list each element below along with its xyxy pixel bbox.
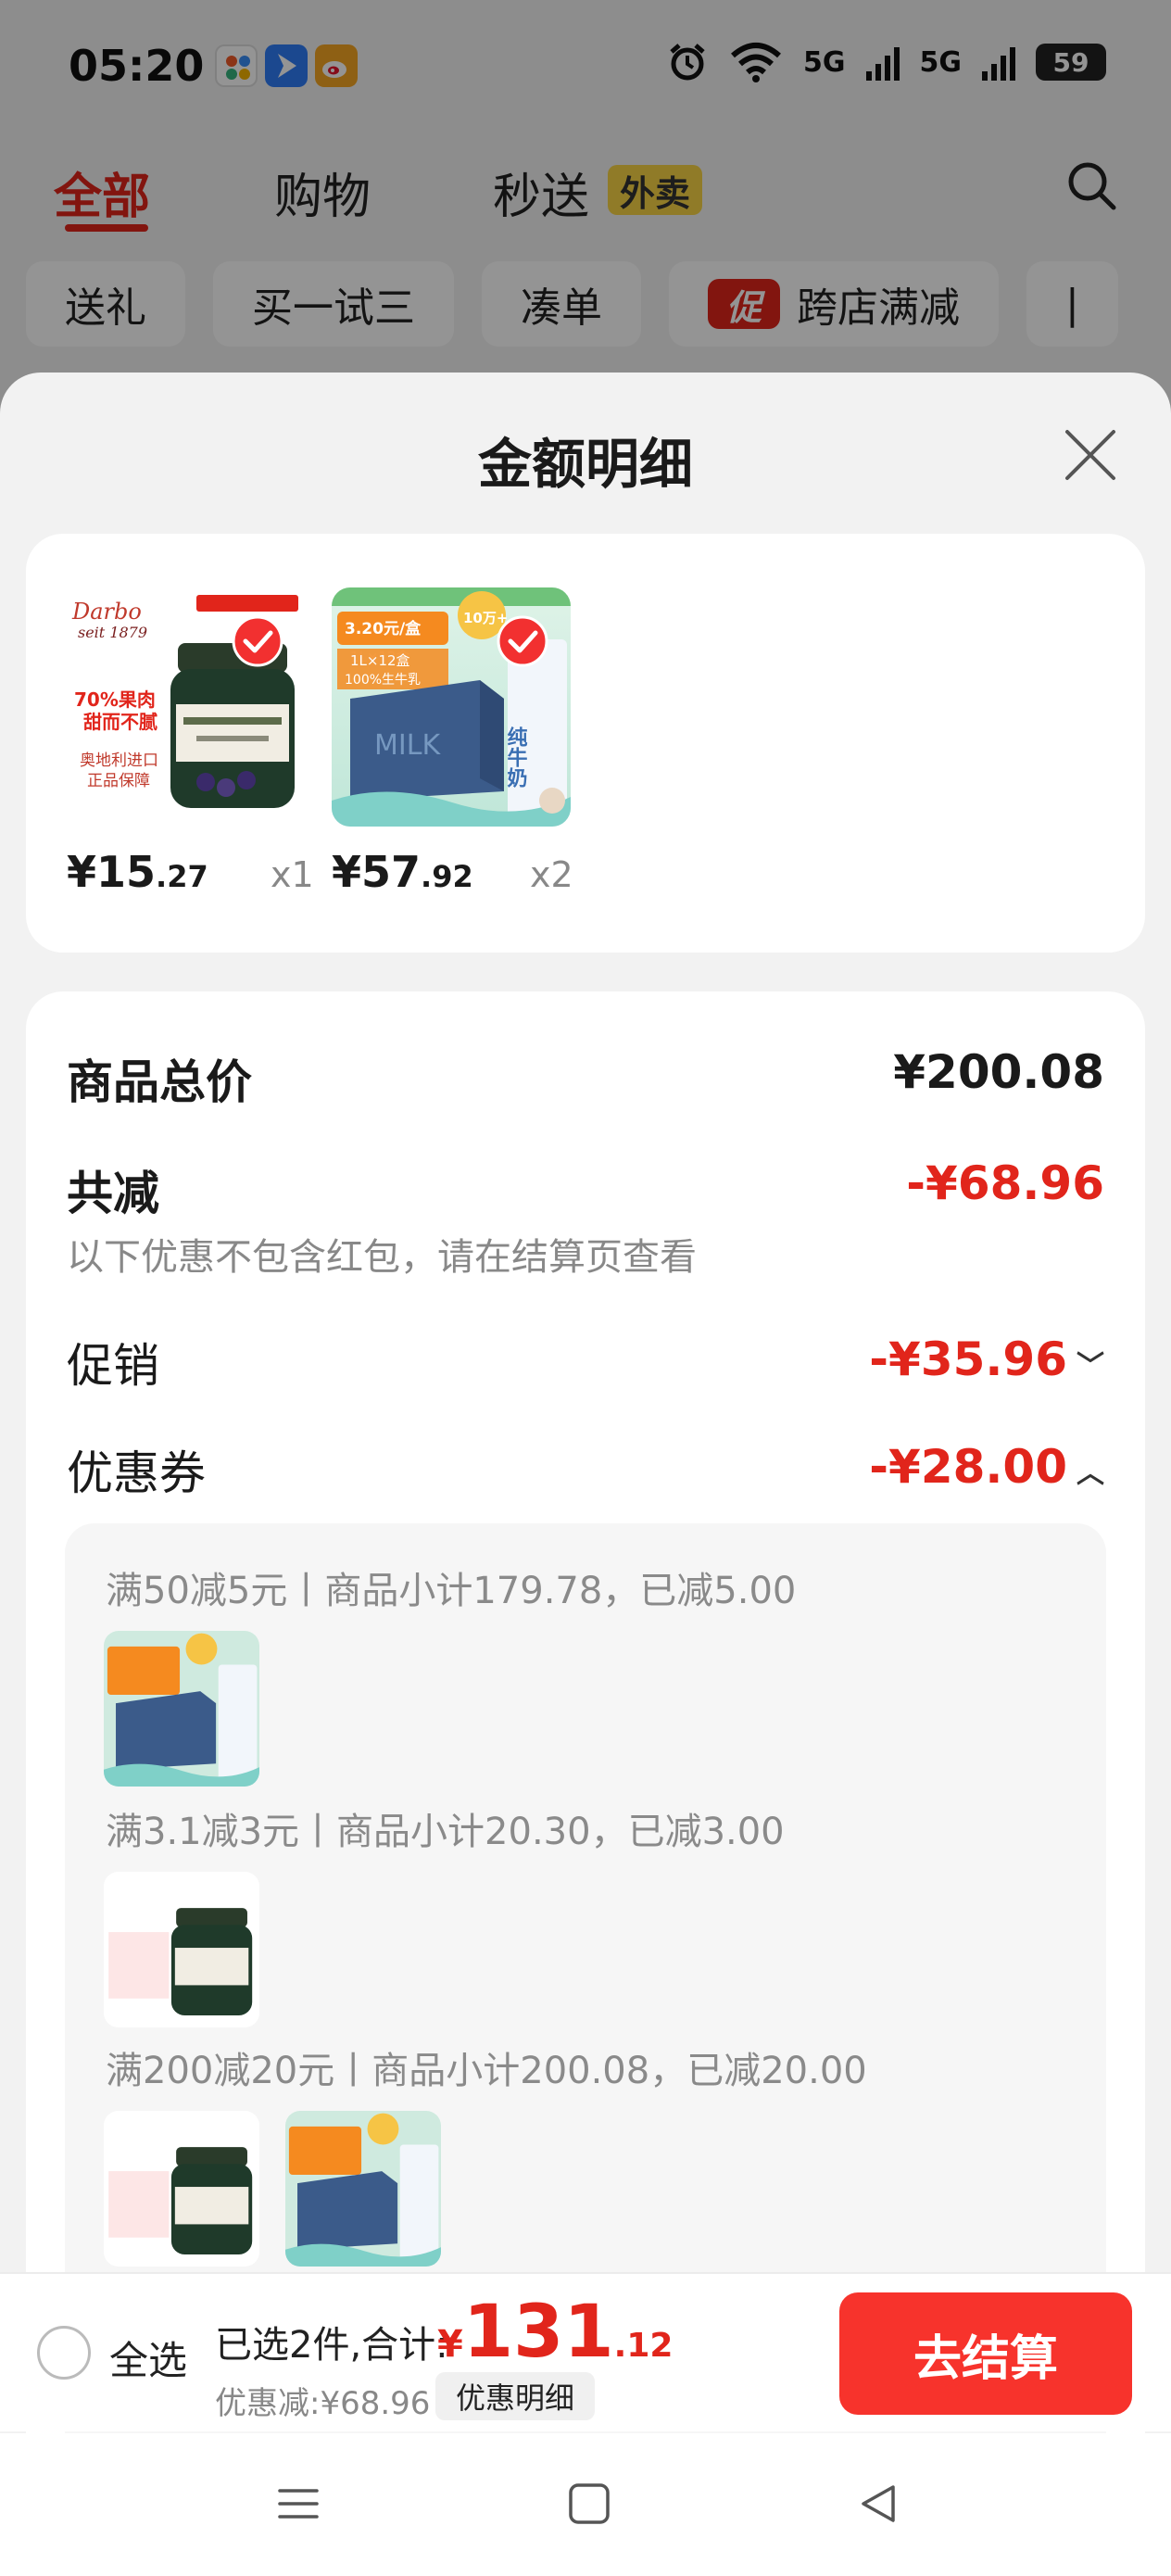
total-dec: .12 [613, 2327, 674, 2365]
close-icon[interactable] [1062, 426, 1119, 484]
chevron-down-icon: ﹀ [1077, 1350, 1104, 1383]
total-currency: ¥ [437, 2323, 463, 2366]
coupon-product-jam [104, 1872, 259, 2027]
product-price: ¥15.27 [67, 847, 208, 897]
price-int: ¥15 [67, 847, 157, 897]
selected-check-icon[interactable] [232, 615, 283, 667]
total-reduce-label: 共减 [67, 1167, 159, 1220]
promo-row[interactable]: -¥35.96 ﹀ [869, 1332, 1104, 1386]
menu-icon[interactable] [276, 2481, 321, 2526]
coupon-product-milk [285, 2111, 441, 2267]
product-price: ¥57.92 [332, 847, 473, 897]
back-icon[interactable] [856, 2481, 900, 2526]
select-all-label[interactable]: 全选 [109, 2330, 187, 2386]
selected-count-text: 已选2件,合计: [215, 2324, 448, 2367]
total-price: ¥131.12 [437, 2291, 673, 2374]
price-dec: .27 [156, 859, 208, 894]
jam-brand-text: Darbo [71, 599, 142, 625]
coupon-value: -¥28.00 [869, 1440, 1067, 1494]
total-int: 131 [462, 2291, 614, 2374]
coupon-line: 满50减5元丨商品小计179.78，已减5.00 [106, 1570, 797, 1612]
amount-detail-sheet: 金额明细 Darbo seit 1879 70%果肉 甜而不腻 奥地利进口 正品… [0, 373, 1171, 2576]
selected-check-icon[interactable] [497, 615, 548, 667]
price-dec: .92 [421, 859, 473, 894]
milk-tag-2-overlay: 1L×12盒 [350, 652, 410, 669]
jam-tag-1: 70%果肉 [74, 688, 156, 711]
reduce-note: 以下优惠不包含红包，请在结算页查看 [67, 1236, 697, 1279]
coupon-line: 满3.1减3元丨商品小计20.30，已减3.00 [106, 1811, 785, 1853]
total-price-label: 商品总价 [67, 1055, 252, 1109]
jam-tag-2: 甜而不腻 [83, 711, 157, 733]
jam-since-text: seit 1879 [78, 624, 147, 641]
promo-value: -¥35.96 [869, 1332, 1067, 1386]
discount-text: 优惠减:¥68.96 [215, 2385, 431, 2422]
home-icon[interactable] [567, 2481, 611, 2526]
products-card: Darbo seit 1879 70%果肉 甜而不腻 奥地利进口 正品保障 ¥1… [26, 534, 1145, 953]
coupon-row[interactable]: -¥28.00 ︿ [869, 1440, 1104, 1494]
coupon-line: 满200减20元丨商品小计200.08，已减20.00 [106, 2050, 867, 2092]
system-nav-bar [0, 2433, 1171, 2576]
price-int: ¥57 [332, 847, 422, 897]
product-qty: x1 [271, 854, 314, 895]
total-reduce-value: -¥68.96 [906, 1156, 1104, 1210]
product-qty: x2 [530, 854, 573, 895]
total-price-value: ¥200.08 [893, 1045, 1104, 1099]
milk-tag-3-overlay: 100%生牛乳 [345, 673, 421, 688]
milk-tag-1: 3.20元/盒 [345, 619, 422, 638]
milk-product-text: 纯牛奶 [504, 726, 528, 789]
coupon-label: 优惠券 [67, 1446, 206, 1500]
sheet-title: 金额明细 [477, 433, 693, 496]
discount-detail-button[interactable]: 优惠明细 [435, 2372, 596, 2420]
jam-tag-3: 奥地利进口 [80, 751, 158, 770]
coupon-product-milk [104, 1631, 259, 1787]
checkout-bar: 全选 已选2件,合计: ¥131.12 优惠减:¥68.96 优惠明细 去结算 [0, 2272, 1171, 2431]
checkout-button[interactable]: 去结算 [839, 2292, 1132, 2415]
chevron-up-icon: ︿ [1077, 1458, 1104, 1490]
select-all-radio[interactable] [37, 2326, 91, 2380]
jam-tag-4: 正品保障 [87, 772, 150, 790]
svg-text:MILK: MILK [374, 729, 441, 762]
promo-label: 促销 [67, 1339, 159, 1393]
coupon-product-jam [104, 2111, 259, 2267]
